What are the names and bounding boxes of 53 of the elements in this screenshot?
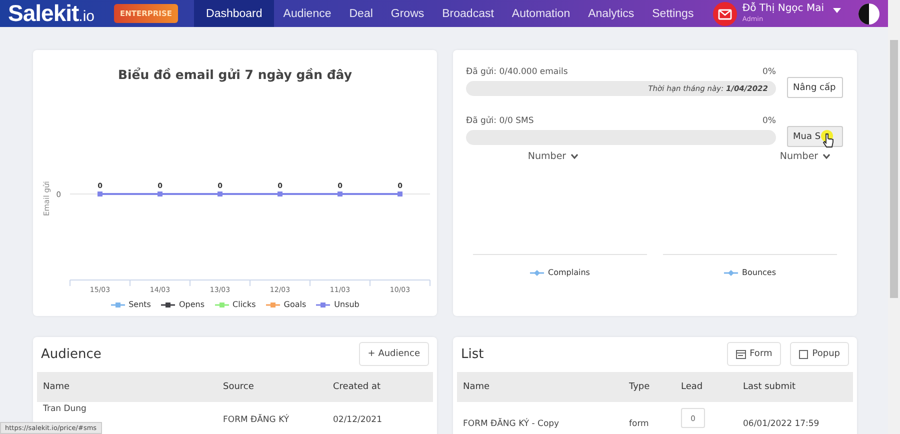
- caret-icon: [571, 154, 578, 159]
- column-header: Name: [463, 382, 491, 392]
- nav-tab[interactable]: Grows: [382, 0, 434, 27]
- user-name[interactable]: Đỗ Thị Ngọc Mai: [742, 4, 824, 14]
- metric-dropdown[interactable]: Number: [780, 151, 830, 162]
- legend-item[interactable]: Unsub: [316, 300, 360, 309]
- column-header: Created at: [333, 382, 382, 392]
- form-icon: [736, 350, 746, 358]
- legend-item[interactable]: Goals: [266, 300, 306, 309]
- nav-tab[interactable]: Audience: [274, 0, 340, 27]
- upgrade-button[interactable]: Nâng cấp: [787, 77, 843, 98]
- table-cell-text: FORM ĐĂNG KÝ - Copy: [463, 419, 560, 429]
- caret-icon: [823, 154, 830, 159]
- legend-item[interactable]: Bounces: [724, 268, 776, 277]
- add-audience-button[interactable]: + Audience: [358, 342, 429, 366]
- legend-marker-icon: [530, 270, 544, 276]
- table-cell-text: form: [629, 419, 650, 429]
- logo-text: Salekit: [8, 0, 79, 27]
- mail-avatar-icon: [713, 2, 738, 26]
- legend-item[interactable]: Opens: [160, 300, 205, 309]
- column-header: Name: [43, 382, 71, 392]
- square-icon: [799, 350, 808, 358]
- logo-suffix: .io: [78, 8, 94, 25]
- column-header: Lead: [681, 382, 704, 392]
- caret-icon[interactable]: [833, 8, 841, 13]
- quota-percent: 0%: [762, 67, 776, 77]
- nav-tab[interactable]: Broadcast: [433, 0, 503, 27]
- table-cell-text: Tran Dung: [43, 404, 88, 414]
- nav-tab[interactable]: Dashboard: [194, 0, 274, 27]
- popup-button[interactable]: Popup: [790, 342, 849, 366]
- quota-label: Đã gửi: 0/0 SMS: [466, 116, 534, 126]
- metric-dropdown[interactable]: Number: [528, 151, 578, 162]
- nav-tab[interactable]: Analytics: [579, 0, 644, 27]
- legend-item[interactable]: Complains: [530, 268, 590, 277]
- card-title: Audience: [41, 346, 102, 362]
- nav-tab[interactable]: Deal: [340, 0, 382, 27]
- column-header: Last submit: [743, 382, 797, 392]
- nav-tab[interactable]: Automation: [502, 0, 580, 27]
- table-cell-text: FORM ĐĂNG KÝ: [223, 415, 290, 425]
- column-header: Type: [629, 382, 651, 392]
- theme-toggle-icon[interactable]: [858, 2, 880, 24]
- table-cell-text: 02/12/2021: [333, 415, 383, 425]
- form-button[interactable]: Form: [726, 342, 782, 366]
- nav-tab[interactable]: Settings: [643, 0, 703, 27]
- chart-title: Biểu đồ email gửi 7 ngày gần đây: [117, 67, 353, 82]
- table-cell-text: 06/01/2022 17:59: [743, 419, 820, 429]
- card-title: List: [461, 346, 484, 362]
- quota-label: Đã gửi: 0/40.000 emails: [466, 67, 568, 77]
- legend-marker-icon: [724, 270, 738, 276]
- column-header: Source: [223, 382, 255, 392]
- legend-item[interactable]: Clicks: [214, 300, 256, 309]
- quota-percent: 0%: [762, 116, 776, 126]
- legend-item[interactable]: Sents: [110, 300, 151, 309]
